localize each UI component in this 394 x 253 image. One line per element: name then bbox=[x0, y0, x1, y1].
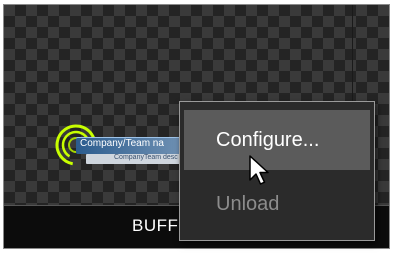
source-label: BUFF bbox=[132, 216, 179, 235]
lower-third-description: CompanyTeam desc bbox=[114, 154, 178, 161]
lower-third-name: Company/Team na bbox=[80, 138, 164, 149]
menu-item-configure[interactable]: Configure... bbox=[184, 110, 370, 170]
arrow-pointer-icon bbox=[249, 155, 269, 185]
context-menu: Configure... Unload bbox=[179, 101, 375, 241]
menu-item-unload[interactable]: Unload bbox=[184, 174, 370, 234]
